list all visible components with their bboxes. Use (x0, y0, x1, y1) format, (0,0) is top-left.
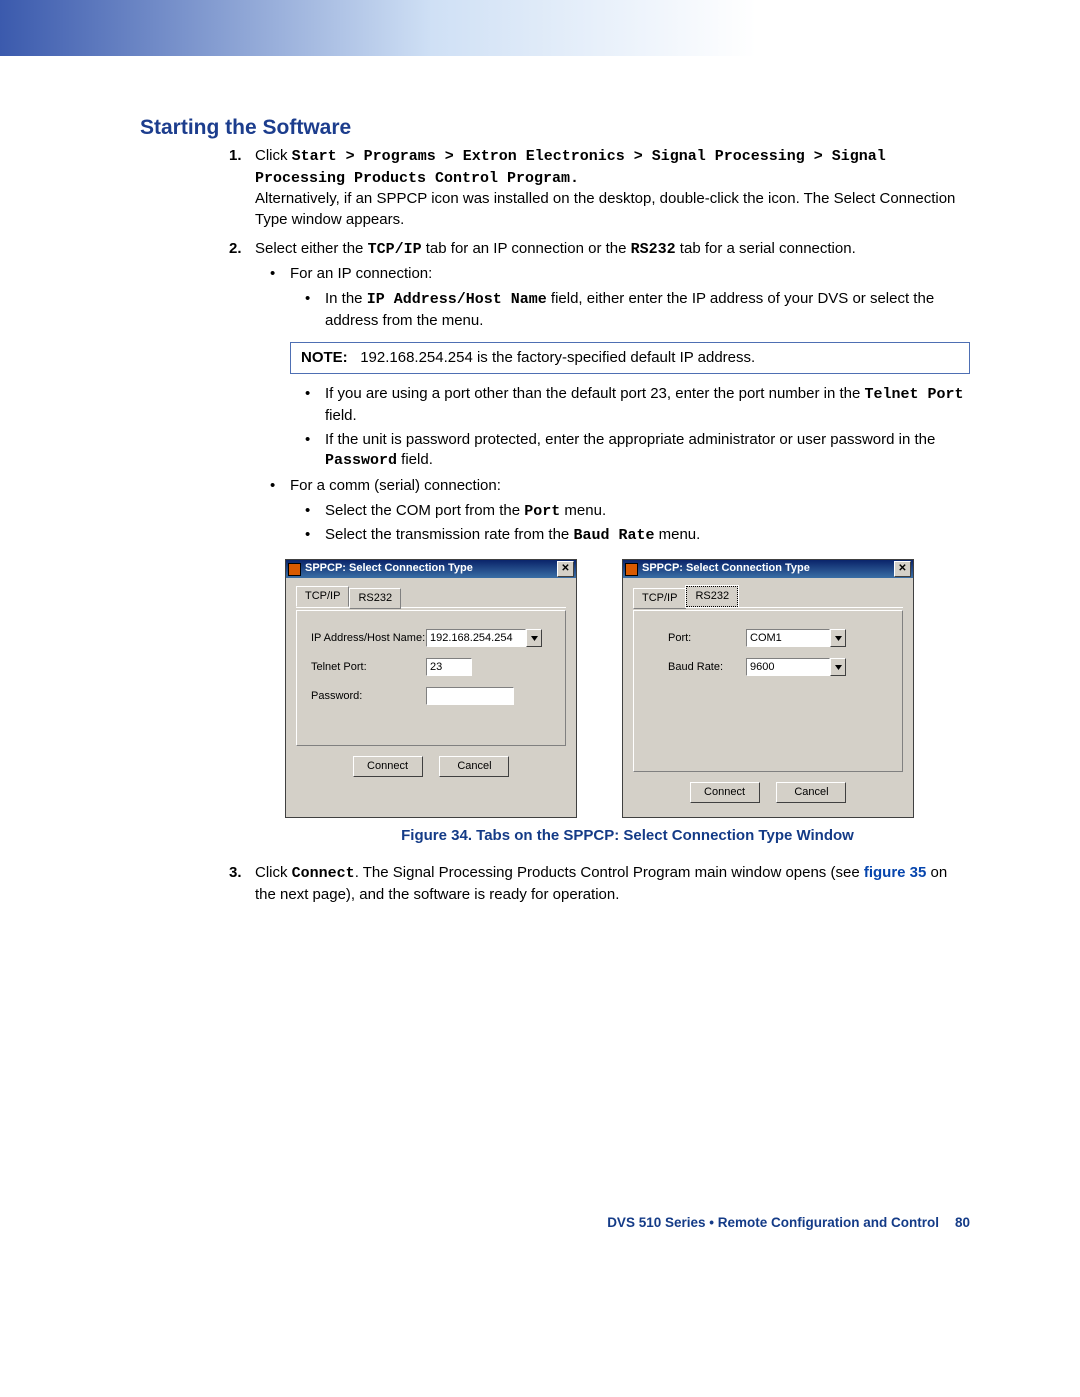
password-instruction: If the unit is password protected, enter… (325, 430, 970, 472)
ip-address-instruction: In the IP Address/Host Name field, eithe… (325, 289, 970, 331)
tab-rs232[interactable]: RS232 (686, 586, 738, 607)
ip-connection-heading: For an IP connection: (290, 264, 970, 285)
tab-rs232[interactable]: RS232 (349, 588, 401, 609)
step-3: Click Connect. The Signal Processing Pro… (255, 863, 970, 905)
dropdown-icon[interactable] (526, 629, 542, 647)
telnet-port-field[interactable]: 23 (426, 658, 472, 676)
cancel-button[interactable]: Cancel (776, 782, 846, 803)
telnet-port-instruction: If you are using a port other than the d… (325, 384, 970, 426)
app-icon (288, 563, 301, 576)
dialog-tcpip: SPPCP: Select Connection Type ✕ TCP/IP R… (285, 559, 577, 818)
connect-button[interactable]: Connect (353, 756, 423, 777)
telnet-label: Telnet Port: (311, 660, 426, 675)
figure-caption: Figure 34. Tabs on the SPPCP: Select Con… (285, 826, 970, 847)
close-icon[interactable]: ✕ (894, 561, 911, 577)
dialog-title: SPPCP: Select Connection Type (642, 561, 810, 576)
figure-link[interactable]: figure 35 (864, 864, 927, 881)
menu-path: Start > Programs > Extron Electronics > … (255, 148, 886, 187)
tab-tcpip[interactable]: TCP/IP (633, 588, 686, 609)
step-2: Select either the TCP/IP tab for an IP c… (255, 239, 970, 847)
ip-label: IP Address/Host Name: (311, 631, 426, 646)
tab-tcpip[interactable]: TCP/IP (296, 586, 349, 607)
connect-button[interactable]: Connect (690, 782, 760, 803)
dropdown-icon[interactable] (830, 658, 846, 676)
baud-rate-instruction: Select the transmission rate from the Ba… (325, 525, 970, 547)
section-heading: Starting the Software (140, 116, 970, 140)
serial-connection-heading: For a comm (serial) connection: (290, 476, 970, 497)
port-field[interactable]: COM1 (746, 629, 830, 647)
cancel-button[interactable]: Cancel (439, 756, 509, 777)
dialog-title: SPPCP: Select Connection Type (305, 561, 473, 576)
page-top-bar (0, 0, 1080, 56)
baud-rate-field[interactable]: 9600 (746, 658, 830, 676)
dialog-rs232: SPPCP: Select Connection Type ✕ TCP/IP R… (622, 559, 914, 818)
dropdown-icon[interactable] (830, 629, 846, 647)
com-port-instruction: Select the COM port from the Port menu. (325, 501, 970, 523)
close-icon[interactable]: ✕ (557, 561, 574, 577)
password-field[interactable] (426, 687, 514, 705)
ip-address-field[interactable]: 192.168.254.254 (426, 629, 526, 647)
password-label: Password: (311, 689, 426, 704)
step-1: Click Start > Programs > Extron Electron… (255, 146, 970, 231)
baud-label: Baud Rate: (668, 660, 746, 675)
note-box: NOTE: 192.168.254.254 is the factory-spe… (290, 342, 970, 375)
page-footer: DVS 510 Series • Remote Configuration an… (140, 1215, 970, 1230)
app-icon (625, 563, 638, 576)
port-label: Port: (668, 631, 746, 646)
